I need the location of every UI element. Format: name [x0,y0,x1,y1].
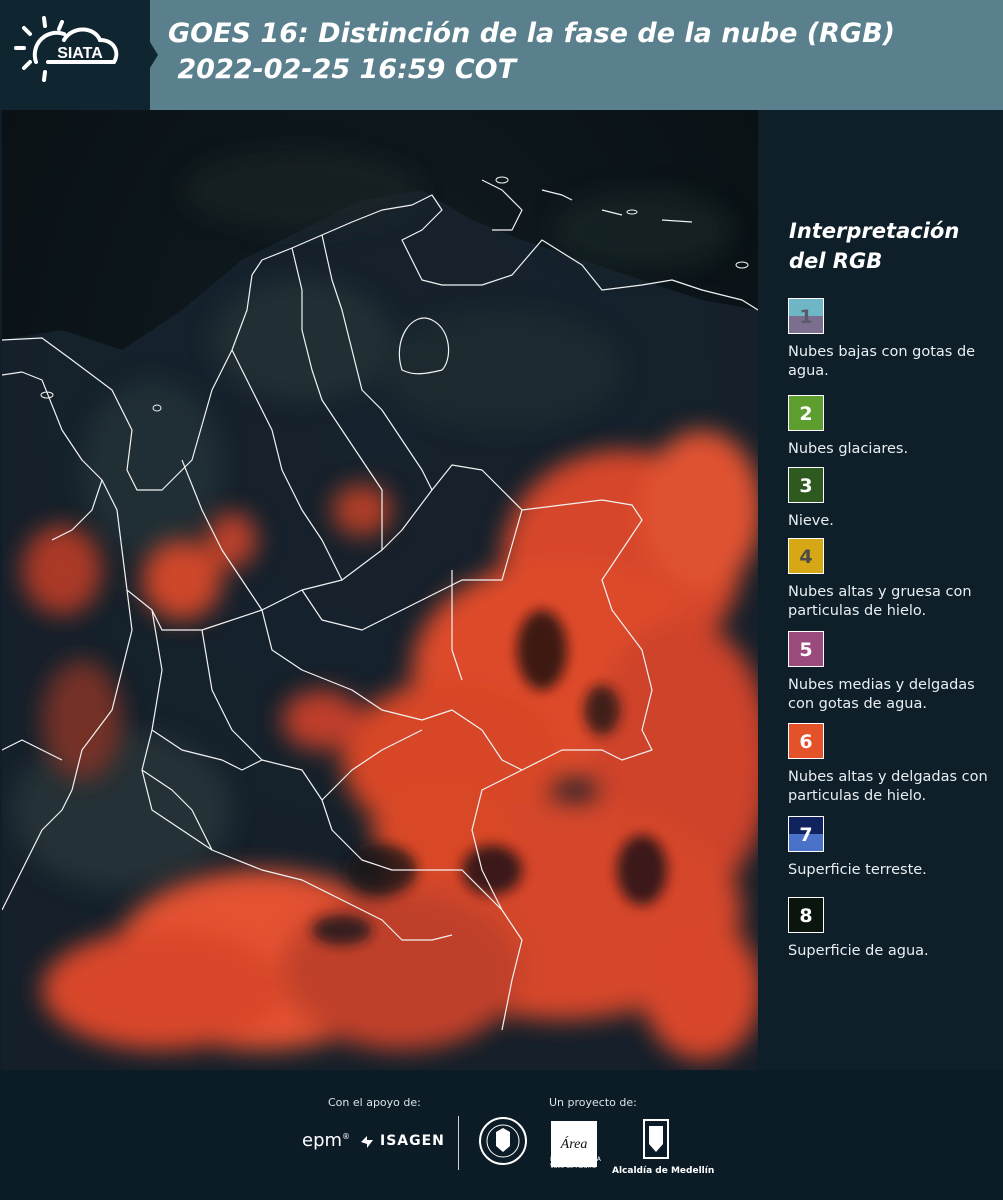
epm-logo: epm® [302,1130,351,1151]
area-metropolitana-text: METROPOLITANA Valle de Aburrá [550,1156,601,1170]
footer-divider [458,1116,459,1170]
legend-label: Nubes altas y delgadas con particulas de… [788,769,988,804]
alcaldia-label: Alcaldía de Medellín [612,1166,715,1176]
legend-item: 7 Superficie terreste. [788,816,998,880]
siata-logo: SIATA [14,16,119,82]
legend-number: 4 [799,546,813,568]
satellite-image [2,110,758,1070]
legend-number: 1 [799,306,813,328]
legend-number: 5 [799,639,813,661]
legend-item: 3 Nieve. [788,467,998,531]
title-line-2: 2022-02-25 16:59 COT [168,54,517,85]
legend-number: 8 [799,905,813,927]
alcaldia-crest-icon [643,1119,669,1159]
legend-number: 3 [799,475,813,497]
legend-label: Nieve. [788,513,834,529]
legend-title-line-2: del RGB [789,249,883,273]
legend-swatch: 6 [788,723,824,759]
legend-item: 4 Nubes altas y gruesa con particulas de … [788,538,998,621]
legend-title: Interpretación del RGB [789,216,989,276]
legend-item: 8 Superficie de agua. [788,897,998,961]
legend-item: 6 Nubes altas y delgadas con particulas d… [788,723,998,806]
legend-swatch: 3 [788,467,824,503]
support-label: Con el apoyo de: [328,1096,421,1109]
legend-number: 7 [799,824,813,846]
legend-swatch: 8 [788,897,824,933]
satellite-map-svg [2,110,758,1070]
logo-band-arrow [124,0,158,110]
svg-text:SIATA: SIATA [57,45,103,62]
footer: Con el apoyo de: Un proyecto de: epm® IS… [0,1070,1003,1200]
legend-panel: Interpretación del RGB 1 Nubes bajas con … [760,110,1003,1070]
title-line-1: GOES 16: Distinción de la fase de la nub… [168,18,895,49]
legend-number: 2 [799,403,813,425]
header-bar: SIATA GOES 16: Distinción de la fase de … [0,0,1003,110]
legend-label: Superficie terreste. [788,862,927,878]
legend-label: Nubes bajas con gotas de agua. [788,344,976,379]
svg-text:Área: Área [560,1135,588,1152]
university-seal-icon [479,1117,527,1165]
legend-title-line-1: Interpretación [789,219,960,243]
page-title: GOES 16: Distinción de la fase de la nub… [168,16,895,88]
legend-swatch: 7 [788,816,824,852]
legend-swatch: 1 [788,298,824,334]
legend-label: Nubes medias y delgadas con gotas de agu… [788,677,975,712]
legend-item: 5 Nubes medias y delgadas con gotas de ag… [788,631,998,714]
legend-label: Nubes altas y gruesa con particulas de h… [788,584,972,619]
legend-label: Superficie de agua. [788,943,929,959]
isagen-mark-icon [361,1136,373,1148]
legend-item: 2 Nubes glaciares. [788,395,998,459]
legend-label: Nubes glaciares. [788,441,909,457]
legend-swatch: 5 [788,631,824,667]
legend-number: 6 [799,731,813,753]
legend-item: 1 Nubes bajas con gotas de agua. [788,298,998,381]
legend-swatch: 4 [788,538,824,574]
isagen-logo: ISAGEN [380,1133,445,1149]
legend-swatch: 2 [788,395,824,431]
project-label: Un proyecto de: [549,1096,637,1109]
